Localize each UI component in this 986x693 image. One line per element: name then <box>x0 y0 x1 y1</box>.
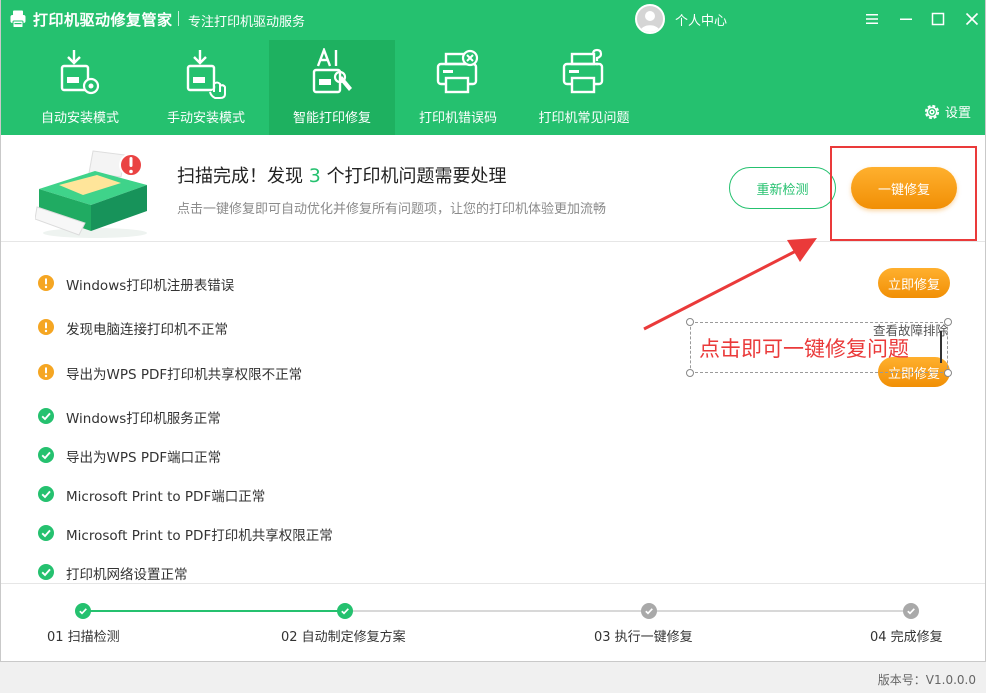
step-check-icon <box>641 603 657 619</box>
issue-text: Windows打印机注册表错误 <box>66 278 235 294</box>
tab-smart-repair[interactable]: 智能打印修复 <box>269 40 395 135</box>
maximize-icon <box>931 12 945 26</box>
issue-row: Microsoft Print to PDF端口正常 <box>1 479 985 509</box>
tab-manual-install[interactable]: 手动安装模式 <box>143 40 269 135</box>
resize-handle[interactable] <box>686 369 694 377</box>
title-divider <box>178 11 179 26</box>
menu-icon <box>866 14 878 24</box>
close-icon <box>965 12 979 26</box>
minimize-icon <box>900 18 912 20</box>
app-subtitle: 专注打印机驱动服务 <box>188 15 306 30</box>
annotation-text: 点击即可一键修复问题 <box>699 337 909 361</box>
tab-label: 智能打印修复 <box>292 111 371 126</box>
fix-now-button[interactable]: 立即修复 <box>878 268 950 298</box>
tab-auto-install[interactable]: 自动安装模式 <box>17 40 143 135</box>
issue-text: 打印机网络设置正常 <box>66 567 188 583</box>
issue-text: Microsoft Print to PDF打印机共享权限正常 <box>66 528 333 544</box>
step-label: 01 扫描检测 <box>47 630 120 645</box>
warning-icon <box>38 319 54 335</box>
resize-handle[interactable] <box>944 369 952 377</box>
step-label: 03 执行一键修复 <box>594 630 693 645</box>
issue-text: 导出为WPS PDF打印机共享权限不正常 <box>66 367 303 383</box>
app-logo-icon <box>10 10 26 28</box>
menu-button[interactable] <box>861 8 883 30</box>
issue-row: 打印机网络设置正常 <box>1 557 985 583</box>
title-prefix: 扫描完成！发现 <box>177 166 303 187</box>
ai-repair-icon <box>312 48 352 94</box>
title-bar: 打印机驱动修复管家 专注打印机驱动服务 个人中心 <box>1 0 985 38</box>
gear-icon <box>924 104 940 119</box>
app-title: 打印机驱动修复管家 <box>33 11 173 29</box>
highlight-box <box>830 146 977 241</box>
tab-label: 打印机错误码 <box>418 111 497 126</box>
check-circle-icon <box>38 486 54 502</box>
annotation-textbox[interactable]: 点击即可一键修复问题 <box>690 322 948 373</box>
tab-faq[interactable]: 打印机常见问题 <box>521 40 647 135</box>
tab-error-code[interactable]: 打印机错误码 <box>395 40 521 135</box>
step-check-icon <box>903 603 919 619</box>
tab-label: 打印机常见问题 <box>538 111 630 126</box>
user-center-link[interactable]: 个人中心 <box>675 10 727 29</box>
rescan-button[interactable]: 重新检测 <box>729 167 836 209</box>
manual-install-icon <box>186 50 226 99</box>
repair-progress: 01 扫描检测 02 自动制定修复方案 03 执行一键修复 04 完成修复 <box>1 583 985 661</box>
issue-text: 发现电脑连接打印机不正常 <box>66 322 228 338</box>
check-circle-icon <box>38 525 54 541</box>
issue-text: Microsoft Print to PDF端口正常 <box>66 489 266 505</box>
maximize-button[interactable] <box>927 8 949 30</box>
resize-handle[interactable] <box>686 318 694 326</box>
check-circle-icon <box>38 408 54 424</box>
step-label: 02 自动制定修复方案 <box>281 630 406 645</box>
header: 打印机驱动修复管家 专注打印机驱动服务 个人中心 自动安装模式 手动安装模式 智… <box>1 0 985 135</box>
issue-list: Windows打印机注册表错误 发现电脑连接打印机不正常导出为WPS PDF打印机… <box>1 242 985 583</box>
warning-icon <box>38 364 54 380</box>
version-label: 版本号：V1.0.0.0 <box>877 673 976 687</box>
step-check-icon <box>337 603 353 619</box>
printer-faq-icon <box>562 48 604 94</box>
issue-row: Windows打印机注册表错误 <box>1 268 985 298</box>
step-label: 04 完成修复 <box>870 630 943 645</box>
progress-track-done <box>83 610 345 612</box>
minimize-button[interactable] <box>895 8 917 30</box>
warning-icon <box>38 275 54 291</box>
auto-install-icon <box>60 50 100 95</box>
issue-row: Microsoft Print to PDF打印机共享权限正常 <box>1 518 985 548</box>
tab-label: 自动安装模式 <box>40 111 119 126</box>
issue-text: Windows打印机服务正常 <box>66 411 221 427</box>
check-circle-icon <box>38 447 54 463</box>
settings-button[interactable]: 设置 <box>923 102 971 121</box>
scan-result-subtitle: 点击一键修复即可自动优化并修复所有问题项，让您的打印机体验更加流畅 <box>177 202 607 217</box>
issue-row: 导出为WPS PDF端口正常 <box>1 440 985 470</box>
title-suffix: 个打印机问题需要处理 <box>326 166 507 187</box>
issue-count: 3 <box>308 165 321 187</box>
text-cursor <box>940 331 942 363</box>
step-check-icon <box>75 603 91 619</box>
tab-label: 手动安装模式 <box>166 111 245 126</box>
close-button[interactable] <box>961 8 983 30</box>
issue-row: Windows打印机服务正常 <box>1 401 985 431</box>
app-window: 打印机驱动修复管家 专注打印机驱动服务 个人中心 自动安装模式 手动安装模式 智… <box>0 0 986 662</box>
issue-text: 导出为WPS PDF端口正常 <box>66 450 222 466</box>
check-circle-icon <box>38 564 54 580</box>
user-avatar[interactable] <box>635 4 665 34</box>
settings-label: 设置 <box>945 106 972 121</box>
printer-illustration-icon <box>35 150 147 238</box>
scan-result-title: 扫描完成！发现 3 个打印机问题需要处理 <box>177 162 507 188</box>
printer-error-icon <box>436 49 479 94</box>
user-icon <box>640 11 660 32</box>
resize-handle[interactable] <box>944 318 952 326</box>
